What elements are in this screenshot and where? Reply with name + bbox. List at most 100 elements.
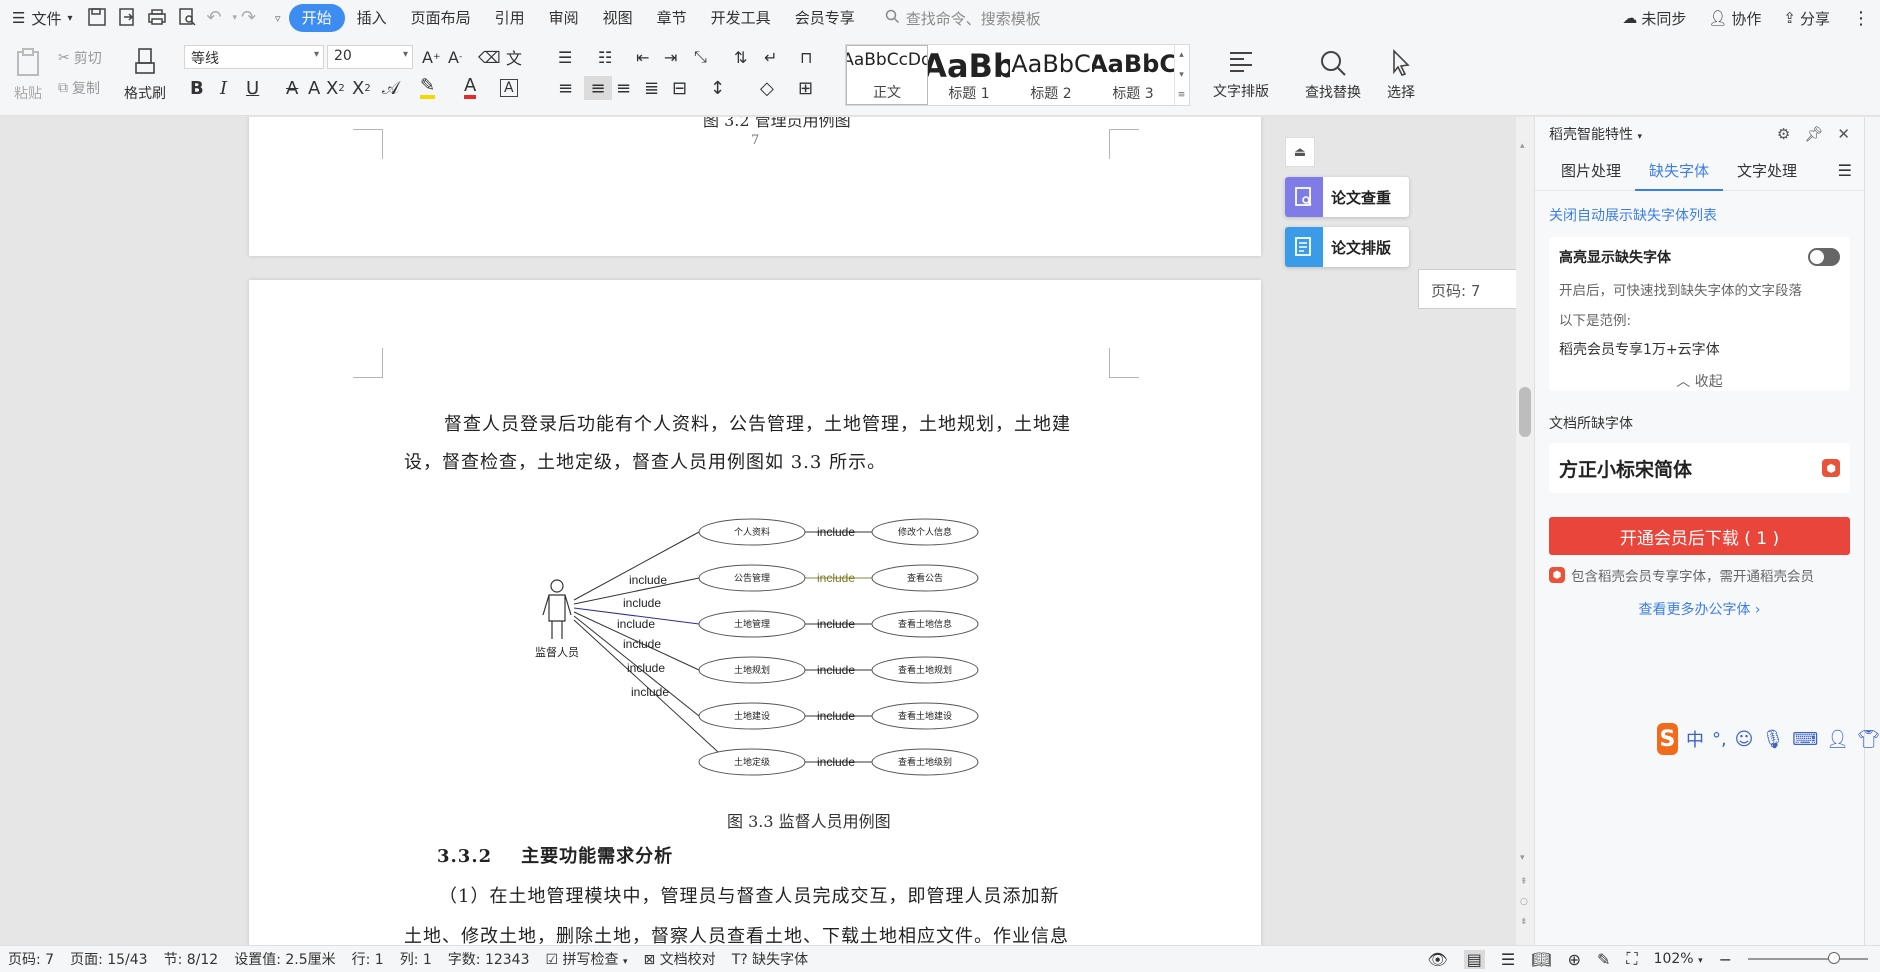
tab-member[interactable]: 会员专享 [783,4,867,32]
missing-font-status-button[interactable]: T? 缺失字体 [724,949,816,969]
doc-proof-button[interactable]: ⊠ 文档校对 [636,949,724,969]
tab-text-processing[interactable]: 文字处理 [1723,151,1811,191]
tab-chapter[interactable]: 章节 [645,4,699,32]
align-center-icon[interactable]: ≡ [584,76,612,100]
bold-icon[interactable]: B [190,76,204,100]
distributed-icon[interactable]: ⊟ [672,76,687,100]
style-heading-3[interactable]: AaBbC 标题 3 [1092,45,1174,105]
vertical-scrollbar[interactable]: ▴ ▾ ⇞ ○ ⇟ [1516,117,1534,945]
export-icon[interactable] [117,7,139,29]
read-mode-icon[interactable]: 📖︎ [1531,950,1551,969]
collab-button[interactable]: 👤︎ 协作 [1708,8,1761,29]
font-size-select[interactable]: 20 ▾ [327,45,413,69]
superscript-icon[interactable]: X2 [326,76,345,100]
file-menu[interactable]: ☰ 文件 ▾ [0,8,83,29]
tab-stops-icon[interactable]: ⊓ [800,45,812,69]
prev-page-icon[interactable]: ⇞ [1520,877,1528,887]
ime-punct-icon[interactable]: °, [1712,729,1727,750]
close-auto-show-link[interactable]: 关闭自动展示缺失字体列表 [1549,205,1850,225]
zoom-level[interactable]: 102% ▾ [1654,951,1703,967]
member-download-button[interactable]: 开通会员后下载 ( 1 ) [1549,517,1850,555]
print-icon[interactable] [147,7,169,29]
more-quick-icon[interactable]: ▿ [275,12,281,25]
chevron-down-icon[interactable]: ▾ [233,13,238,23]
status-section[interactable]: 节: 8/12 [156,949,227,969]
tab-image-processing[interactable]: 图片处理 [1547,151,1635,191]
sort-icon[interactable]: ⇅ [734,45,747,69]
tab-home[interactable]: 开始 [288,4,345,32]
text-layout-button[interactable]: 文字排版 [1204,42,1278,108]
emoji-icon[interactable]: ☺ [1735,729,1754,750]
zoom-slider[interactable] [1748,952,1868,964]
font-name-select[interactable]: 等线 ▾ [184,45,324,69]
numbering-icon[interactable]: ☷ [598,45,612,69]
strikethrough-icon[interactable]: A [286,76,298,100]
bullets-icon[interactable]: ☰ [558,45,572,69]
sync-button[interactable]: ☁ 未同步 [1622,8,1686,29]
tab-insert[interactable]: 插入 [345,4,399,32]
align-right-icon[interactable]: ≡ [616,76,631,100]
panel-title[interactable]: 稻壳智能特性 ▾ [1549,124,1642,144]
status-page[interactable]: 页码: 7 [0,949,62,969]
scroll-up-icon[interactable]: ▴ [1520,141,1525,151]
subscript-icon[interactable]: X2 [352,76,371,100]
browse-object-icon[interactable]: ○ [1520,897,1528,907]
page-view-icon[interactable]: ▤ [1463,949,1485,969]
styles-scroll[interactable]: ▴ ▾ ≡ [1174,45,1188,105]
justify-icon[interactable]: ≣ [644,76,659,100]
spell-check-button[interactable]: ☑ 拼写检查 ▾ [538,949,636,969]
font-color-icon[interactable]: A [464,76,477,100]
line-spacing-icon[interactable]: ↕ [710,76,725,100]
tab-missing-fonts[interactable]: 缺失字体 [1635,151,1724,191]
paper-check-button[interactable]: 论文查重 [1285,177,1409,217]
eye-protection-icon[interactable]: 👁︎ [1427,950,1447,969]
shading-icon[interactable]: ◇ [760,76,774,100]
highlight-toggle[interactable] [1808,248,1840,266]
emphasis-icon[interactable]: A [308,76,320,100]
show-marks-icon[interactable]: ↵ [764,45,777,69]
print-preview-icon[interactable] [177,7,199,29]
more-fonts-link[interactable]: 查看更多办公字体 › [1535,599,1864,619]
skin-icon[interactable]: 👕︎ [1857,729,1880,750]
status-words[interactable]: 字数: 12343 [440,949,538,969]
user-icon[interactable]: 👤︎ [1826,729,1849,750]
grow-font-icon[interactable]: A + [422,45,441,69]
fit-page-icon[interactable]: ⛶ [1626,949,1637,969]
text-direction-icon[interactable]: ⤡ [694,45,707,69]
shrink-font-icon[interactable]: A- [448,45,462,69]
scroll-down-icon[interactable]: ▾ [1520,853,1525,863]
keyboard-icon[interactable]: ⌨ [1792,729,1818,750]
collapse-toolbar-button[interactable]: ⏏ [1285,137,1315,167]
pen-icon[interactable]: ✎ [1597,950,1610,969]
style-heading-1[interactable]: AaBb 标题 1 [928,45,1010,105]
undo-icon[interactable]: ↶ [207,7,229,29]
save-icon[interactable] [87,7,109,29]
copy-button[interactable]: ⧉ 复制 [58,78,100,98]
highlight-icon[interactable]: ✎ [420,76,436,100]
collapse-button[interactable]: ︿ 收起 [1559,371,1840,391]
missing-font-item[interactable]: 方正小标宋简体 ⬢ [1549,443,1850,493]
text-effect-icon[interactable]: 𝒜 [382,76,399,100]
command-search[interactable]: 查找命令、搜索模板 [885,8,1041,29]
sogou-logo-icon[interactable]: S [1657,723,1678,755]
tab-review[interactable]: 审阅 [537,4,591,32]
cut-button[interactable]: ✂ 剪切 [58,48,102,68]
char-border-icon[interactable]: A [500,76,518,100]
zoom-out-icon[interactable]: − [1719,950,1732,969]
find-replace-button[interactable]: 查找替换 [1296,42,1370,108]
ime-chinese-icon[interactable]: 中 [1686,726,1704,752]
scrollbar-thumb[interactable] [1519,387,1531,437]
phonetic-icon[interactable]: 文 [506,45,522,69]
close-icon[interactable]: ✕ [1837,125,1850,143]
borders-icon[interactable]: ⊞ [798,76,813,100]
increase-indent-icon[interactable]: ⇥ [664,45,677,69]
zoom-slider-thumb[interactable] [1828,952,1840,964]
tab-view[interactable]: 视图 [591,4,645,32]
tab-page-layout[interactable]: 页面布局 [399,4,483,32]
status-setting[interactable]: 设置值: 2.5厘米 [226,949,343,969]
decrease-indent-icon[interactable]: ⇤ [636,45,649,69]
settings-icon[interactable]: ⚙ [1777,125,1790,143]
pin-icon[interactable]: 📌︎ [1804,125,1823,143]
tab-developer[interactable]: 开发工具 [699,4,783,32]
tab-references[interactable]: 引用 [483,4,537,32]
